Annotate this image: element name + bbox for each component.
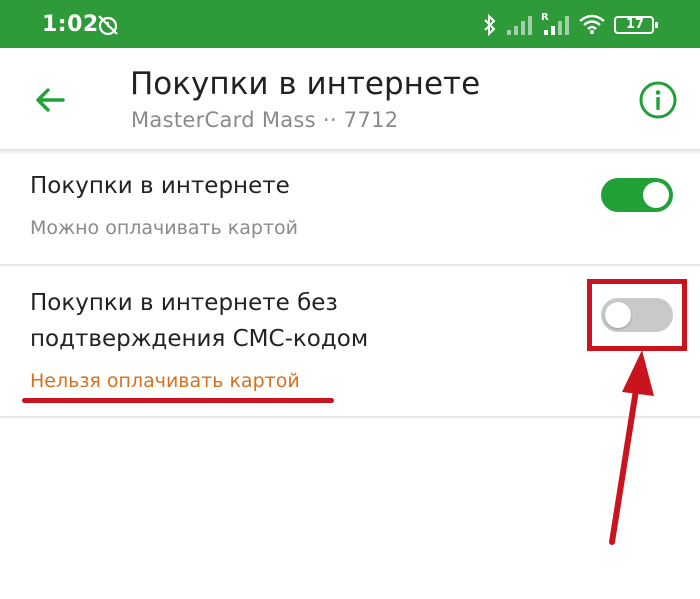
annotation-arrow-icon [609,350,654,545]
